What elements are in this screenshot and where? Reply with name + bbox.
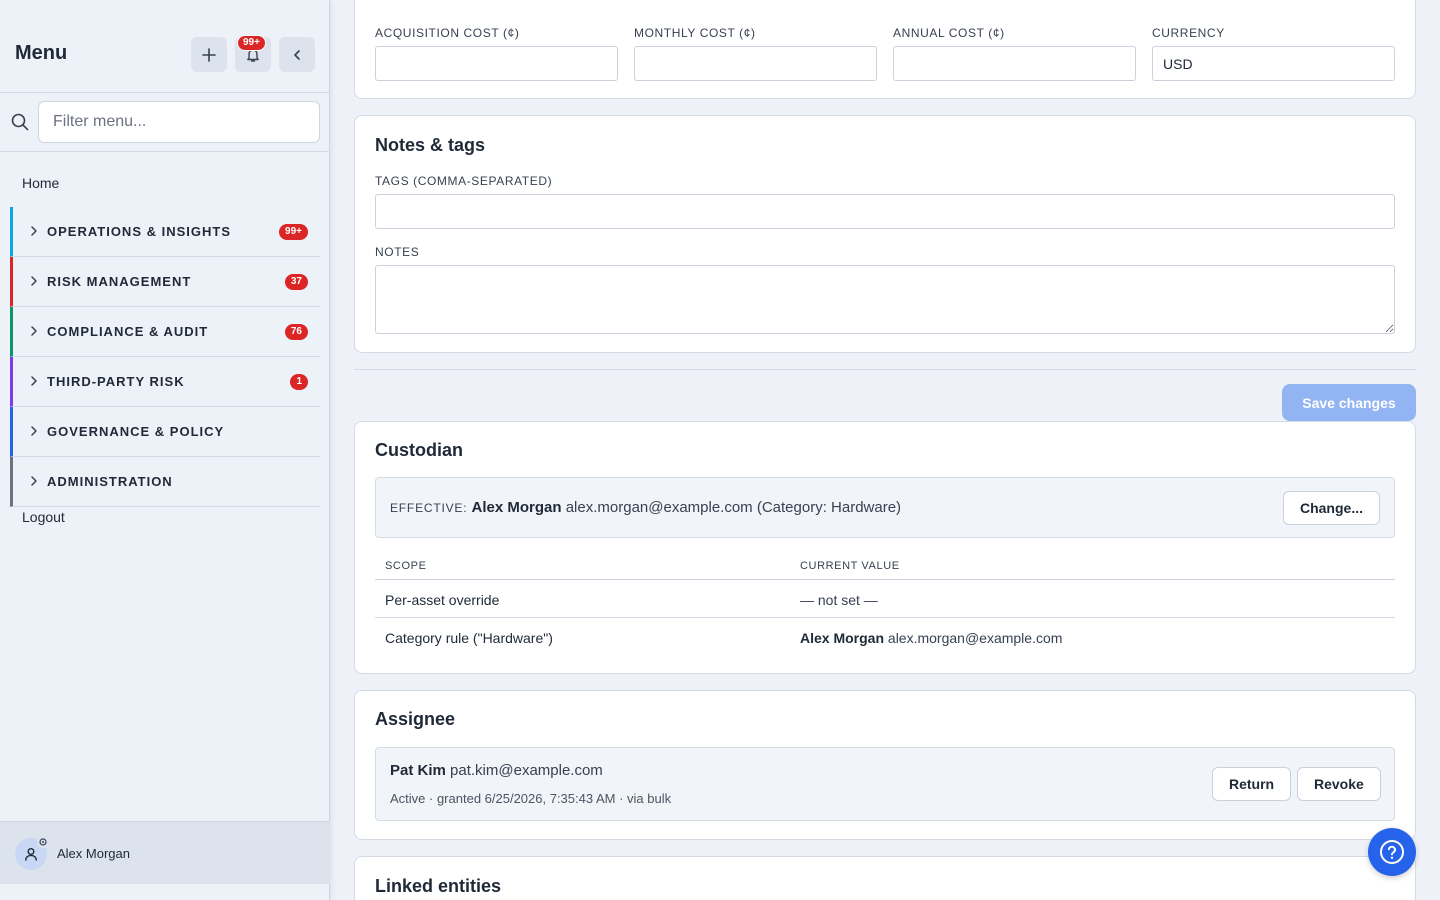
return-button[interactable]: Return bbox=[1212, 767, 1292, 801]
count-badge: 37 bbox=[284, 273, 308, 290]
assignee-name: Pat Kim bbox=[390, 762, 446, 779]
chevron-right-icon bbox=[31, 426, 37, 436]
custodian-card: Custodian EFFECTIVE: Alex Morgan alex.mo… bbox=[354, 421, 1416, 674]
notes-label: NOTES bbox=[375, 245, 420, 259]
assignee-title: Assignee bbox=[375, 709, 456, 729]
nav-group-label: OPERATIONS & INSIGHTS bbox=[47, 224, 231, 239]
nav-group-operations-insights[interactable]: OPERATIONS & INSIGHTS 99+ bbox=[10, 207, 320, 257]
add-button[interactable] bbox=[191, 37, 227, 72]
notification-badge: 99+ bbox=[237, 35, 266, 51]
custodian-table: SCOPE CURRENT VALUE Per-asset override —… bbox=[375, 556, 1395, 656]
effective-name: Alex Morgan bbox=[471, 499, 562, 516]
tags-label: TAGS (COMMA-SEPARATED) bbox=[375, 174, 553, 188]
chevron-right-icon bbox=[31, 326, 37, 336]
annual-cost-input[interactable] bbox=[893, 46, 1136, 81]
sidebar-title: Menu bbox=[15, 42, 68, 64]
nav-home[interactable]: Home bbox=[22, 175, 59, 191]
filter-menu-input[interactable] bbox=[38, 101, 320, 143]
custodian-title: Custodian bbox=[375, 440, 463, 460]
nav-logout[interactable]: Logout bbox=[22, 509, 65, 525]
nav-group-compliance-audit[interactable]: COMPLIANCE & AUDIT 76 bbox=[10, 307, 320, 357]
table-header: SCOPE CURRENT VALUE bbox=[375, 556, 1395, 580]
notes-tags-title: Notes & tags bbox=[375, 135, 486, 155]
count-badge: 99+ bbox=[279, 223, 308, 240]
menu-filter bbox=[0, 93, 330, 152]
column-header-current-value: CURRENT VALUE bbox=[800, 560, 900, 572]
help-icon bbox=[1380, 840, 1404, 864]
change-custodian-button[interactable]: Change... bbox=[1282, 491, 1380, 525]
assignee-card: Assignee Pat Kim pat.kim@example.com Act… bbox=[354, 690, 1416, 840]
count-badge: 76 bbox=[284, 323, 308, 340]
acquisition-cost-input[interactable] bbox=[375, 46, 618, 81]
user-icon bbox=[25, 848, 37, 861]
notes-tags-card: Notes & tags TAGS (COMMA-SEPARATED) NOTE… bbox=[354, 115, 1416, 353]
sidebar: Menu 99+ Home OPERA bbox=[0, 0, 330, 900]
scope-cell: Per-asset override bbox=[385, 592, 500, 608]
acquisition-cost-label: ACQUISITION COST (¢) bbox=[375, 26, 520, 40]
monthly-cost-label: MONTHLY COST (¢) bbox=[634, 26, 756, 40]
plus-icon bbox=[202, 47, 216, 62]
assignee-status: Active · granted 6/25/2026, 7:35:43 AM ·… bbox=[390, 791, 672, 806]
nav-group-label: ADMINISTRATION bbox=[47, 474, 173, 489]
value-cell: Alex Morgan alex.morgan@example.com bbox=[800, 630, 1062, 646]
gear-icon bbox=[37, 836, 49, 848]
linked-entities-card: Linked entities bbox=[354, 856, 1416, 900]
monthly-cost-input[interactable] bbox=[634, 46, 877, 81]
notes-textarea[interactable] bbox=[375, 265, 1395, 334]
assignee-email: pat.kim@example.com bbox=[450, 762, 603, 779]
count-badge: 1 bbox=[290, 373, 308, 390]
nav-group-administration[interactable]: ADMINISTRATION bbox=[10, 457, 320, 507]
column-header-scope: SCOPE bbox=[385, 560, 427, 572]
nav-group-label: GOVERNANCE & POLICY bbox=[47, 424, 225, 439]
custodian-name: Alex Morgan bbox=[800, 630, 885, 646]
nav-group-risk-management[interactable]: RISK MANAGEMENT 37 bbox=[10, 257, 320, 307]
table-row: Per-asset override — not set — bbox=[375, 580, 1395, 618]
section-divider bbox=[354, 369, 1416, 370]
scope-cell: Category rule ("Hardware") bbox=[385, 630, 553, 646]
nav-group-governance-policy[interactable]: GOVERNANCE & POLICY bbox=[10, 407, 320, 457]
custodian-email: alex.morgan@example.com bbox=[887, 630, 1063, 646]
effective-prefix: EFFECTIVE: bbox=[390, 501, 468, 515]
effective-details: alex.morgan@example.com (Category: Hardw… bbox=[565, 499, 902, 516]
collapse-sidebar-button[interactable] bbox=[279, 37, 315, 72]
nav-group-label: COMPLIANCE & AUDIT bbox=[47, 324, 209, 339]
user-name: Alex Morgan bbox=[57, 846, 130, 861]
search-icon bbox=[11, 113, 29, 131]
chevron-right-icon bbox=[31, 376, 37, 386]
assignee-identity: Pat Kim pat.kim@example.com bbox=[390, 762, 603, 779]
currency-label: CURRENCY bbox=[1152, 26, 1225, 40]
currency-input[interactable] bbox=[1152, 46, 1395, 81]
sidebar-header: Menu 99+ bbox=[0, 0, 329, 93]
revoke-button[interactable]: Revoke bbox=[1297, 767, 1381, 801]
nav-group-label: RISK MANAGEMENT bbox=[47, 274, 192, 289]
chevron-right-icon bbox=[31, 276, 37, 286]
save-changes-button[interactable]: Save changes bbox=[1282, 384, 1416, 421]
tags-input[interactable] bbox=[375, 194, 1395, 229]
cost-card: ACQUISITION COST (¢) MONTHLY COST (¢) AN… bbox=[354, 0, 1416, 99]
effective-custodian: EFFECTIVE: Alex Morgan alex.morgan@examp… bbox=[375, 477, 1395, 538]
linked-entities-title: Linked entities bbox=[375, 876, 502, 896]
nav-groups: OPERATIONS & INSIGHTS 99+ RISK MANAGEMEN… bbox=[10, 207, 320, 507]
effective-line: EFFECTIVE: Alex Morgan alex.morgan@examp… bbox=[390, 499, 901, 516]
avatar bbox=[15, 836, 49, 870]
nav-group-third-party-risk[interactable]: THIRD-PARTY RISK 1 bbox=[10, 357, 320, 407]
user-profile[interactable]: Alex Morgan bbox=[0, 821, 330, 884]
annual-cost-label: ANNUAL COST (¢) bbox=[893, 26, 1005, 40]
nav-group-label: THIRD-PARTY RISK bbox=[47, 374, 185, 389]
table-row: Category rule ("Hardware") Alex Morgan a… bbox=[375, 618, 1395, 656]
help-button[interactable] bbox=[1368, 828, 1416, 876]
chevron-right-icon bbox=[31, 476, 37, 486]
chevron-left-icon bbox=[294, 49, 300, 60]
chevron-right-icon bbox=[31, 226, 37, 236]
notifications-button[interactable]: 99+ bbox=[235, 35, 271, 72]
assignee-entry: Pat Kim pat.kim@example.com Active · gra… bbox=[375, 747, 1395, 821]
value-cell: — not set — bbox=[800, 592, 878, 608]
